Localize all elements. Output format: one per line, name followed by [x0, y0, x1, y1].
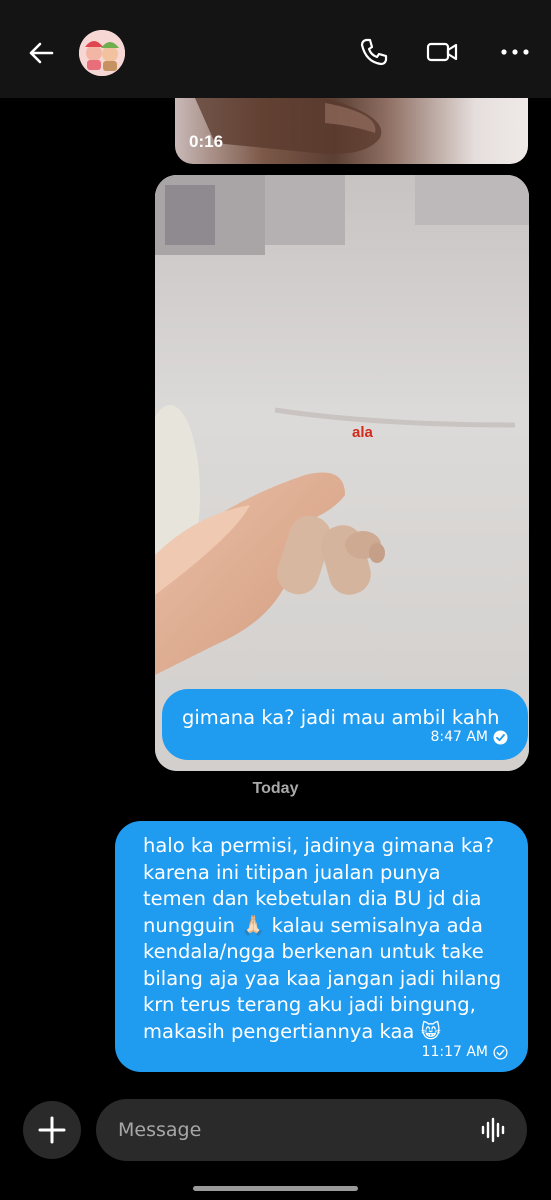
outgoing-message-bubble[interactable]: gimana ka? jadi mau ambil kahh 8:47 AM	[162, 689, 528, 760]
sent-check-icon	[493, 1045, 508, 1060]
message-line: kendala/ngga berkenan untuk take	[143, 940, 484, 963]
message-line: krn terus terang aku jadi bingung,	[143, 993, 476, 1016]
video-duration: 0:16	[189, 132, 224, 151]
plus-icon	[38, 1116, 66, 1144]
avatar-image	[79, 30, 125, 76]
message-list[interactable]: 0:16 ala gimana ka? jadi mau ambil kahh …	[0, 98, 551, 1080]
day-separator: Today	[252, 780, 299, 797]
message-line: halo ka permisi, jadinya gimana ka?	[143, 834, 495, 857]
photo-image	[155, 175, 529, 771]
outgoing-message-bubble[interactable]: halo ka permisi, jadinya gimana ka? kare…	[115, 821, 528, 1072]
read-check-icon	[493, 730, 508, 744]
chat-header	[0, 0, 551, 98]
home-indicator	[193, 1186, 358, 1191]
message-input-placeholder: Message	[118, 1119, 202, 1141]
message-composer: Message	[0, 1090, 551, 1170]
phone-icon[interactable]	[357, 35, 391, 69]
video-camera-icon[interactable]	[425, 35, 459, 69]
video-message[interactable]: 0:16	[175, 98, 528, 164]
contact-avatar[interactable]	[79, 30, 125, 76]
add-attachment-button[interactable]	[23, 1101, 81, 1159]
photo-overlay-text: ala	[352, 424, 373, 441]
message-line: temen dan kebetulan dia BU jd dia	[143, 887, 482, 910]
message-meta: 8:47 AM	[430, 729, 508, 745]
message-line: bilang aja yaa kaa jangan jadi hilang	[143, 966, 502, 990]
message-line: karena ini titipan jualan punya	[143, 860, 441, 884]
message-input[interactable]: Message	[96, 1099, 527, 1161]
arrow-left-icon[interactable]	[24, 36, 58, 70]
message-meta: 11:17 AM	[422, 1039, 508, 1066]
video-frame	[195, 98, 382, 154]
more-vertical-icon[interactable]	[499, 35, 533, 69]
photo-message[interactable]: ala	[155, 175, 529, 771]
message-time: 11:17 AM	[421, 1044, 488, 1060]
message-time: 8:47 AM	[430, 729, 488, 745]
message-line: nungguin 🙏🏻 kalau semisalnya ada	[143, 913, 483, 937]
voice-wave-icon[interactable]	[479, 1115, 509, 1145]
message-text: gimana ka? jadi mau ambil kahh	[182, 706, 500, 729]
